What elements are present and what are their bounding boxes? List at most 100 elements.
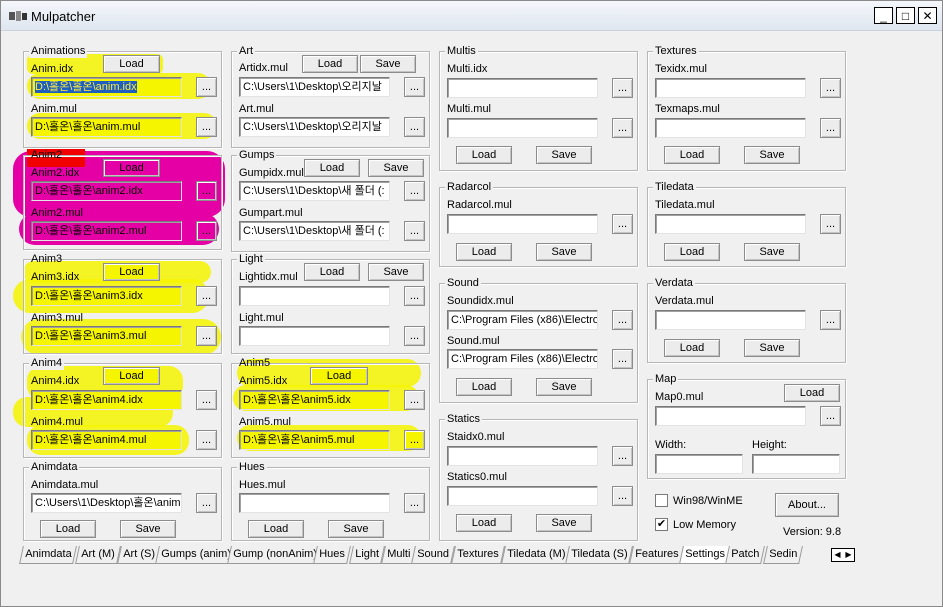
about-button[interactable]: About... [775,493,839,517]
art-load-button[interactable]: Load [302,55,358,73]
animations-load-button[interactable]: Load [103,55,160,73]
verdata-save-button[interactable]: Save [744,339,800,357]
tab-tiledata-m[interactable]: Tiledata (M) [501,546,572,564]
anim3-load-button[interactable]: Load [103,263,160,281]
art-idx-browse-button[interactable]: ... [404,77,425,97]
tab-textures[interactable]: Textures [451,546,505,564]
anim3-idx-browse-button[interactable]: ... [196,286,217,306]
anim3-idx-field[interactable]: D:\홀온\홀온\anim3.idx [31,286,182,306]
anim2-idx-field[interactable]: D:\홀온\홀온\anim2.idx [31,181,182,201]
anim4-mul-field[interactable]: D:\홀온\홀온\anim4.mul [31,430,182,450]
tiledata-mul-browse-button[interactable]: ... [820,214,841,234]
multis-idx-browse-button[interactable]: ... [612,78,633,98]
animdata-load-button[interactable]: Load [40,520,96,538]
textures-idx-field[interactable] [655,78,806,98]
sound-mul-field[interactable]: C:\Program Files (x86)\Electron [447,349,598,369]
radarcol-save-button[interactable]: Save [536,243,592,261]
multis-mul-field[interactable] [447,118,598,138]
anim2-mul-field[interactable]: D:\홀온\홀온\anim2.mul [31,221,182,241]
textures-mul-field[interactable] [655,118,806,138]
radarcol-mul-browse-button[interactable]: ... [612,214,633,234]
verdata-load-button[interactable]: Load [664,339,720,357]
map-mul-field[interactable] [655,406,806,426]
close-button[interactable]: ✕ [918,7,937,24]
anim2-idx-browse-button[interactable]: ... [196,181,217,201]
anim5-idx-field[interactable]: D:\홀온\홀온\anim5.idx [239,390,390,410]
sound-idx-browse-button[interactable]: ... [612,310,633,330]
light-save-button[interactable]: Save [368,263,424,281]
hues-load-button[interactable]: Load [248,520,304,538]
verdata-mul-field[interactable] [655,310,806,330]
statics-idx-field[interactable] [447,446,598,466]
map-width-field[interactable] [655,454,743,474]
multis-load-button[interactable]: Load [456,146,512,164]
map-height-field[interactable] [752,454,840,474]
anim3-mul-field[interactable]: D:\홀온\홀온\anim3.mul [31,326,182,346]
statics-save-button[interactable]: Save [536,514,592,532]
gumps-idx-browse-button[interactable]: ... [404,181,425,201]
textures-mul-browse-button[interactable]: ... [820,118,841,138]
maximize-button[interactable]: □ [896,7,915,24]
tab-scroll-left-icon[interactable]: ◀ [832,549,843,561]
tab-sedin[interactable]: Sedin [763,546,804,564]
anim5-idx-browse-button[interactable]: ... [404,390,425,410]
textures-load-button[interactable]: Load [664,146,720,164]
gumps-idx-field[interactable]: C:\Users\1\Desktop\새 폴더 (: [239,181,390,201]
tab-animdata[interactable]: Animdata [19,546,78,564]
anim5-mul-browse-button[interactable]: ... [404,430,425,450]
anim4-load-button[interactable]: Load [103,367,160,385]
light-mul-field[interactable] [239,326,390,346]
verdata-mul-browse-button[interactable]: ... [820,310,841,330]
multis-idx-field[interactable] [447,78,598,98]
map-load-button[interactable]: Load [784,384,840,402]
multis-mul-browse-button[interactable]: ... [612,118,633,138]
gumps-save-button[interactable]: Save [368,159,424,177]
minimize-button[interactable]: _ [874,7,893,24]
hues-mul-browse-button[interactable]: ... [404,493,425,513]
art-mul-browse-button[interactable]: ... [404,117,425,137]
radarcol-mul-field[interactable] [447,214,598,234]
tiledata-mul-field[interactable] [655,214,806,234]
map-mul-browse-button[interactable]: ... [820,406,841,426]
tab-art-s[interactable]: Art (S) [117,546,161,564]
tab-light[interactable]: Light [349,546,385,564]
gumps-mul-browse-button[interactable]: ... [404,221,425,241]
sound-mul-browse-button[interactable]: ... [612,349,633,369]
radarcol-load-button[interactable]: Load [456,243,512,261]
tab-settings[interactable]: Settings [679,546,731,564]
win98-checkbox[interactable] [655,494,668,507]
title-bar[interactable]: Mulpatcher _ □ ✕ [1,1,942,31]
statics-mul-browse-button[interactable]: ... [612,486,633,506]
anim4-mul-browse-button[interactable]: ... [196,430,217,450]
anim-mul-browse-button[interactable]: ... [196,117,217,137]
anim4-idx-browse-button[interactable]: ... [196,390,217,410]
art-idx-field[interactable]: C:\Users\1\Desktop\오리지날 [239,77,390,97]
tab-gumps-anim[interactable]: Gumps (anim) [155,546,237,564]
anim3-mul-browse-button[interactable]: ... [196,326,217,346]
statics-load-button[interactable]: Load [456,514,512,532]
art-save-button[interactable]: Save [360,55,416,73]
tab-art-m[interactable]: Art (M) [75,546,121,564]
statics-idx-browse-button[interactable]: ... [612,446,633,466]
multis-save-button[interactable]: Save [536,146,592,164]
anim-idx-browse-button[interactable]: ... [196,77,217,97]
tab-sound[interactable]: Sound [411,546,455,564]
sound-idx-field[interactable]: C:\Program Files (x86)\Electron [447,310,598,330]
animdata-mul-browse-button[interactable]: ... [196,493,217,513]
anim4-idx-field[interactable]: D:\홀온\홀온\anim4.idx [31,390,182,410]
anim2-load-button[interactable]: Load [103,159,160,177]
tab-scroll-right-icon[interactable]: ▶ [843,549,854,561]
anim5-mul-field[interactable]: D:\홀온\홀온\anim5.mul [239,430,390,450]
textures-save-button[interactable]: Save [744,146,800,164]
anim2-mul-browse-button[interactable]: ... [196,221,217,241]
light-load-button[interactable]: Load [304,263,360,281]
statics-mul-field[interactable] [447,486,598,506]
textures-idx-browse-button[interactable]: ... [820,78,841,98]
sound-save-button[interactable]: Save [536,378,592,396]
tab-features[interactable]: Features [629,546,685,564]
animdata-save-button[interactable]: Save [120,520,176,538]
tab-tiledata-s[interactable]: Tiledata (S) [565,546,634,564]
anim5-load-button[interactable]: Load [310,367,368,385]
tab-patch[interactable]: Patch [725,546,766,564]
gumps-mul-field[interactable]: C:\Users\1\Desktop\새 폴더 (: [239,221,390,241]
